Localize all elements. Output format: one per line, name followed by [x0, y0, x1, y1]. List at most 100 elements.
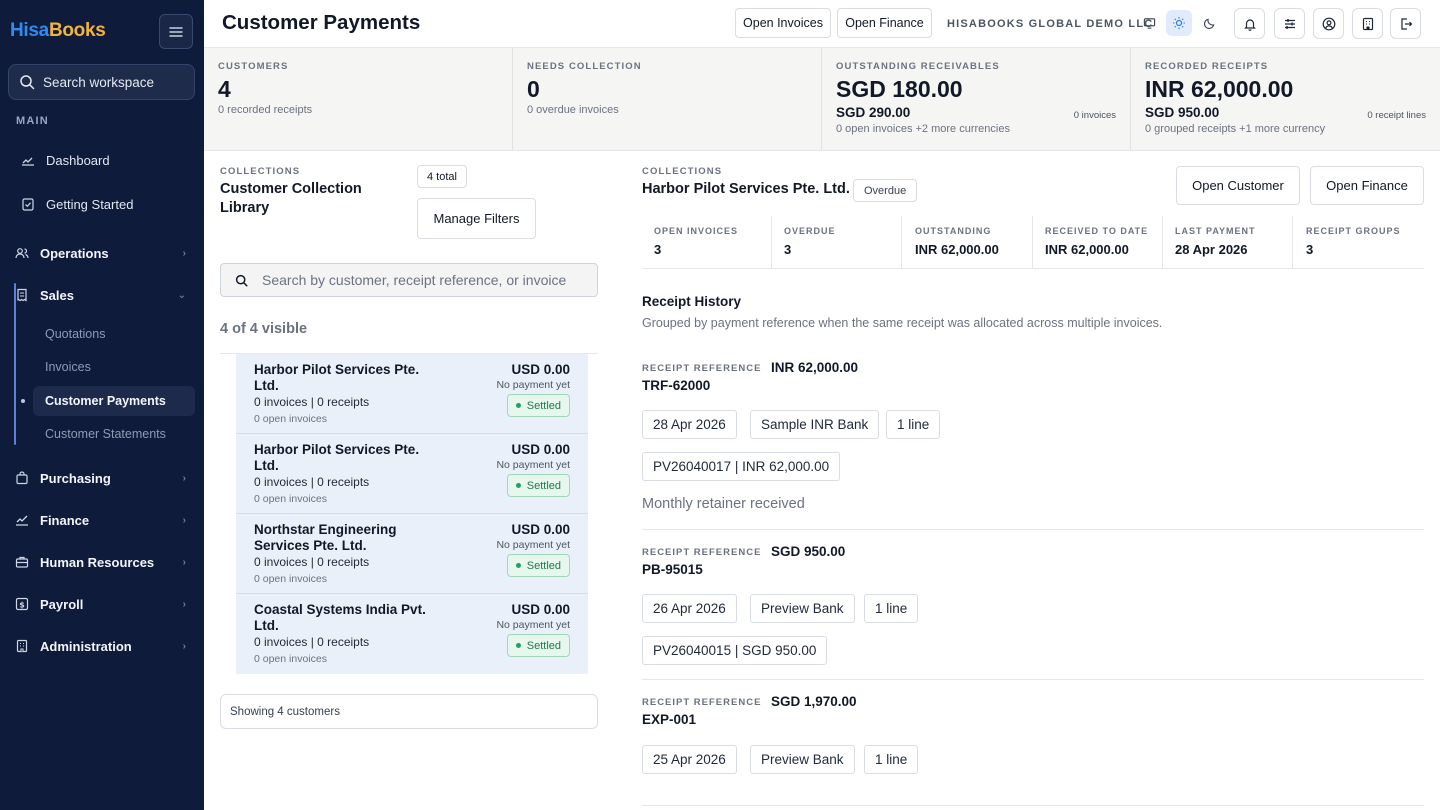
- status-dot-icon: [515, 483, 521, 488]
- list-item[interactable]: Harbor Pilot Services Pte. Ltd. 0 invoic…: [236, 354, 588, 434]
- metric-receipt-groups: RECEIPT GROUPS 3: [1306, 226, 1401, 257]
- metric-outstanding: OUTSTANDING INR 62,000.00: [903, 216, 1033, 268]
- sidebar-item-payroll[interactable]: $ Payroll ›: [14, 587, 192, 621]
- receipt-lines-chip: 1 line: [886, 410, 941, 439]
- visible-count: 4 of 4 visible: [220, 321, 308, 337]
- customer-metrics: OPEN INVOICES 3 OVERDUE 3 OUTSTANDING INR 6…: [642, 216, 1424, 269]
- sidebar-subitem-invoices[interactable]: Invoices: [45, 360, 91, 374]
- status-dot-icon: [515, 403, 521, 408]
- receipt-divider: [642, 529, 1424, 530]
- sidebar-subitem-customer-statements[interactable]: Customer Statements: [45, 427, 166, 441]
- sidebar-item-operations[interactable]: Operations ›: [14, 236, 192, 270]
- active-dot-icon: [21, 399, 25, 403]
- sidebar-subitem-customer-payments[interactable]: Customer Payments: [33, 386, 195, 416]
- receipt-date-chip: 28 Apr 2026: [642, 410, 737, 439]
- open-invoices-button[interactable]: Open Invoices: [735, 8, 831, 38]
- building-icon: [14, 638, 30, 654]
- chevron-right-icon: ›: [182, 599, 186, 610]
- sliders-icon: [1284, 18, 1295, 29]
- chevron-right-icon: ›: [182, 248, 186, 259]
- metric-overdue: OVERDUE 3: [772, 216, 902, 268]
- open-finance-header-button[interactable]: Open Finance: [837, 8, 932, 38]
- stat-outstanding-receivables: OUTSTANDING RECEIVABLES SGD 180.00 SGD 2…: [822, 48, 1131, 151]
- logout-icon: [1400, 17, 1412, 30]
- manage-filters-button[interactable]: Manage Filters: [417, 198, 536, 239]
- metric-last-payment: LAST PAYMENT 28 Apr 2026: [1163, 216, 1293, 268]
- search-workspace[interactable]: Search workspace: [8, 64, 195, 100]
- customer-search-input[interactable]: Search by customer, receipt reference, o…: [220, 263, 598, 297]
- receipt-reference: TRF-62000: [642, 378, 711, 393]
- chevron-right-icon: ›: [182, 557, 186, 568]
- list-item[interactable]: Coastal Systems India Pvt. Ltd. 0 invoic…: [236, 594, 588, 674]
- chevron-down-icon: ⌄: [177, 290, 186, 301]
- svg-text:$: $: [19, 600, 25, 609]
- receipt-icon: [14, 287, 30, 303]
- receipt-reference: EXP-001: [642, 712, 697, 727]
- metric-received-to-date: RECEIVED TO DATE INR 62,000.00: [1033, 216, 1163, 268]
- sidebar-item-human-resources[interactable]: Human Resources ›: [14, 545, 192, 579]
- chart-line-icon: [20, 152, 36, 168]
- moon-icon: [1203, 18, 1214, 29]
- total-badge: 4 total: [417, 165, 467, 188]
- receipt-allocation-chip[interactable]: PV26040017 | INR 62,000.00: [642, 452, 841, 481]
- briefcase-icon: [14, 554, 30, 570]
- library-title: Customer Collection Library: [220, 181, 362, 216]
- receipt-allocation-chip[interactable]: PV26040015 | SGD 950.00: [642, 636, 828, 665]
- receipt-amount: SGD 950.00: [771, 544, 846, 559]
- open-customer-button[interactable]: Open Customer: [1176, 166, 1300, 205]
- theme-light-button[interactable]: [1166, 10, 1192, 36]
- receipt-lines-chip: 1 line: [864, 745, 919, 774]
- sales-submenu-rail: [14, 283, 16, 445]
- overdue-badge: Overdue: [853, 179, 918, 202]
- sidebar-item-administration[interactable]: Administration ›: [14, 629, 192, 663]
- profile-button[interactable]: [1313, 8, 1344, 39]
- status-badge: Settled: [506, 394, 570, 417]
- status-badge: Settled: [506, 554, 570, 577]
- chevron-right-icon: ›: [182, 641, 186, 652]
- receipt-bank-chip: Sample INR Bank: [750, 410, 880, 439]
- receipt-bank-chip: Preview Bank: [750, 594, 855, 623]
- chevron-right-icon: ›: [182, 515, 186, 526]
- monitor-icon: [1143, 17, 1155, 29]
- receipt-date-chip: 25 Apr 2026: [642, 745, 737, 774]
- stat-recorded-receipts: RECORDED RECEIPTS INR 62,000.00 SGD 950.…: [1145, 61, 1426, 135]
- list-item[interactable]: Harbor Pilot Services Pte. Ltd. 0 invoic…: [236, 434, 588, 514]
- settings-sliders-button[interactable]: [1274, 8, 1305, 39]
- showing-count: Showing 4 customers: [220, 694, 598, 729]
- receipt-divider: [642, 679, 1424, 680]
- page-title: Customer Payments: [222, 11, 421, 34]
- theme-system-button[interactable]: [1136, 10, 1162, 36]
- users-icon: [14, 245, 30, 261]
- detail-kicker: COLLECTIONS: [642, 166, 723, 177]
- receipt-reference: PB-95015: [642, 562, 703, 577]
- theme-dark-button[interactable]: [1196, 10, 1222, 36]
- search-icon: [235, 274, 248, 287]
- sun-icon: [1173, 17, 1185, 29]
- logout-button[interactable]: [1390, 8, 1421, 39]
- sidebar-item-finance[interactable]: Finance ›: [14, 503, 192, 537]
- company-button[interactable]: [1352, 8, 1383, 39]
- sidebar: HisaBooks Search workspace MAIN Dashboar…: [0, 0, 204, 810]
- top-header: Customer Payments Open Invoices Open Fin…: [204, 0, 1440, 48]
- metric-open-invoices: OPEN INVOICES 3: [642, 216, 772, 268]
- menu-toggle-button[interactable]: [159, 14, 193, 49]
- bag-icon: [14, 470, 30, 486]
- sidebar-subitem-quotations[interactable]: Quotations: [45, 327, 105, 341]
- bell-icon: [1243, 18, 1256, 31]
- receipt-date-chip: 26 Apr 2026: [642, 594, 737, 623]
- dollar-icon: $: [14, 596, 30, 612]
- sidebar-item-getting-started[interactable]: Getting Started: [20, 187, 198, 221]
- sidebar-item-sales[interactable]: Sales ⌄: [14, 278, 192, 312]
- sidebar-item-purchasing[interactable]: Purchasing ›: [14, 461, 192, 495]
- receipt-amount: INR 62,000.00: [771, 360, 859, 375]
- sidebar-item-dashboard[interactable]: Dashboard: [20, 143, 198, 177]
- checklist-icon: [20, 196, 36, 212]
- open-finance-button[interactable]: Open Finance: [1310, 166, 1424, 205]
- receipt-history-subtitle: Grouped by payment reference when the sa…: [642, 316, 1163, 330]
- list-item[interactable]: Northstar Engineering Services Pte. Ltd.…: [236, 514, 588, 594]
- receipt-note: Monthly retainer received: [642, 496, 805, 512]
- receipt-history-title: Receipt History: [642, 294, 742, 309]
- chevron-right-icon: ›: [182, 473, 186, 484]
- notifications-button[interactable]: [1234, 8, 1265, 39]
- brand-logo[interactable]: HisaBooks: [10, 20, 106, 42]
